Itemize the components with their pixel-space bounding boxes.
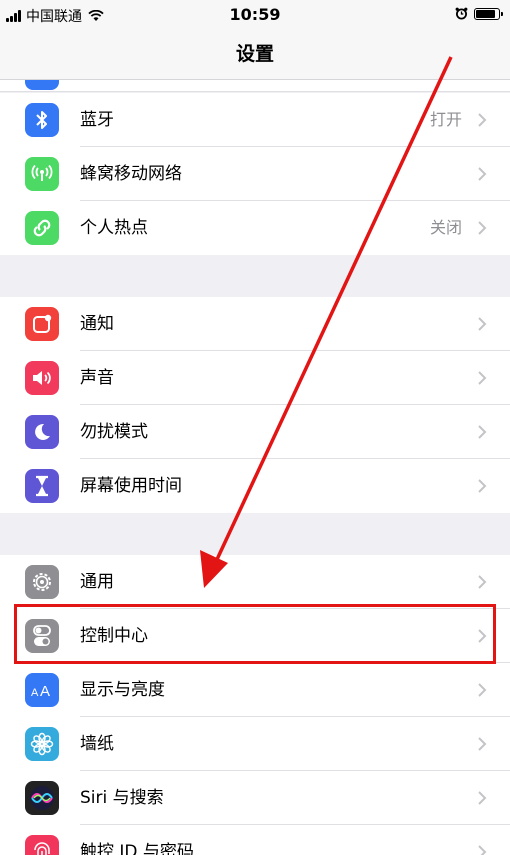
partial-icon [25,80,59,90]
status-time: 10:59 [229,5,281,24]
row-label: 个人热点 [80,218,148,238]
display-icon: A A [25,673,59,707]
chevron-right-icon [478,683,487,697]
row-value: 打开 [429,110,462,129]
row-label: 通用 [80,572,114,592]
settings-row-notifications[interactable]: 通知 [0,297,510,351]
row-label: 屏幕使用时间 [80,476,182,496]
chevron-right-icon [478,737,487,751]
row-label: 显示与亮度 [80,680,165,700]
status-bar: 中国联通 10:59 [0,0,510,30]
settings-group-notifications: 通知 声音 勿扰模式 屏幕使用时间 [0,297,510,513]
row-label: Siri 与搜索 [80,788,164,808]
svg-text:A: A [40,683,50,699]
chevron-right-icon [478,113,487,127]
chevron-right-icon [478,845,487,855]
chevron-right-icon [478,425,487,439]
alarm-icon [455,7,468,20]
nav-bar: 设置 [0,30,510,80]
settings-row-bluetooth[interactable]: 蓝牙 打开 [0,93,510,147]
chevron-right-icon [478,167,487,181]
settings-row-wallpaper[interactable]: 墙纸 [0,717,510,771]
settings-row-screen-time[interactable]: 屏幕使用时间 [0,459,510,513]
row-label: 勿扰模式 [80,422,148,442]
cellular-icon [25,157,59,191]
settings-row-hotspot[interactable]: 个人热点 关闭 [0,201,510,255]
hotspot-icon [25,211,59,245]
row-label: 触控 ID 与密码 [80,842,194,855]
chevron-right-icon [478,791,487,805]
settings-row-siri[interactable]: Siri 与搜索 [0,771,510,825]
chevron-right-icon [478,317,487,331]
row-label: 通知 [80,314,114,334]
svg-text:A: A [31,687,39,699]
status-right [455,7,503,20]
partial-row[interactable] [0,80,510,92]
settings-group-general: 通用 控制中心 A A 显示与亮度 墙纸 Siri 与搜索 触控 ID 与密码 [0,555,510,855]
settings-row-display[interactable]: A A 显示与亮度 [0,663,510,717]
row-label: 蜂窝移动网络 [80,164,182,184]
row-value: 关闭 [429,218,462,237]
highlight-box [14,604,496,664]
hourglass-icon [25,469,59,503]
settings-row-sounds[interactable]: 声音 [0,351,510,405]
row-label: 蓝牙 [80,110,114,130]
fingerprint-icon [25,835,59,855]
row-label: 声音 [80,368,114,388]
moon-icon [25,415,59,449]
settings-row-touch-id[interactable]: 触控 ID 与密码 [0,825,510,855]
chevron-right-icon [478,479,487,493]
sounds-icon [25,361,59,395]
siri-icon [25,781,59,815]
battery-icon [474,7,503,20]
chevron-right-icon [478,371,487,385]
settings-row-do-not-disturb[interactable]: 勿扰模式 [0,405,510,459]
settings-group-connectivity: 蓝牙 打开 蜂窝移动网络 个人热点 关闭 [0,93,510,255]
chevron-right-icon [478,221,487,235]
settings-row-cellular[interactable]: 蜂窝移动网络 [0,147,510,201]
row-label: 墙纸 [80,734,114,754]
settings-row-general[interactable]: 通用 [0,555,510,609]
bluetooth-icon [25,103,59,137]
page-title: 设置 [235,43,274,65]
notifications-icon [25,307,59,341]
flower-icon [25,727,59,761]
gear-icon [25,565,59,599]
chevron-right-icon [478,575,487,589]
